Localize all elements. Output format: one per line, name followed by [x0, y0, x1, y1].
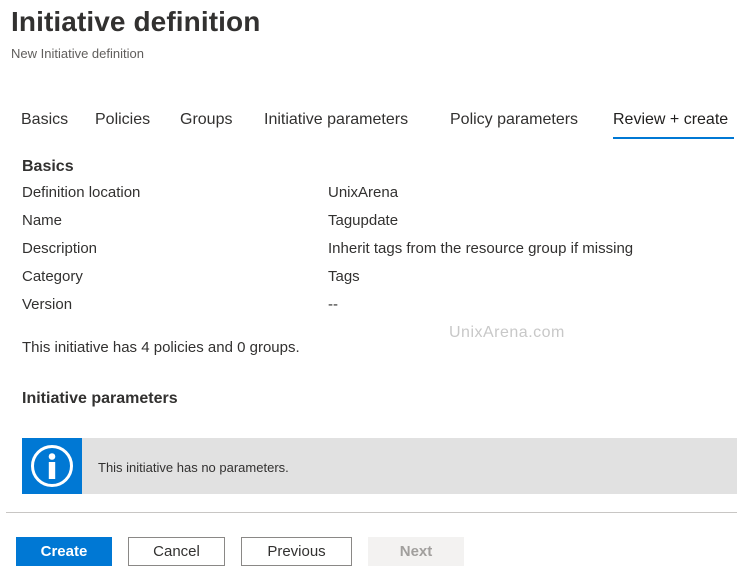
description-label: Description — [22, 240, 98, 257]
page-title: Initiative definition — [11, 6, 261, 37]
tab-basics[interactable]: Basics — [21, 108, 68, 142]
description-value: Inherit tags from the resource group if … — [328, 240, 634, 257]
initiative-summary: This initiative has 4 policies and 0 gro… — [22, 339, 300, 356]
category-label: Category — [22, 268, 83, 285]
name-value: Tagupdate — [328, 212, 399, 229]
version-label: Version — [22, 296, 73, 313]
footer-divider — [6, 512, 737, 513]
initiative-parameters-heading: Initiative parameters — [22, 390, 178, 407]
cancel-button[interactable]: Cancel — [128, 537, 225, 566]
info-icon — [31, 445, 73, 487]
active-tab-indicator — [613, 137, 734, 139]
previous-button[interactable]: Previous — [241, 537, 352, 566]
tab-groups[interactable]: Groups — [180, 108, 232, 142]
version-value: -- — [328, 296, 338, 313]
name-label: Name — [22, 212, 63, 229]
basics-heading: Basics — [22, 158, 74, 175]
tab-initiative-parameters[interactable]: Initiative parameters — [264, 108, 408, 142]
create-button[interactable]: Create — [16, 537, 112, 566]
watermark: UnixArena.com — [449, 324, 565, 341]
definition-location-value: UnixArena — [328, 184, 399, 201]
category-value: Tags — [328, 268, 360, 285]
info-message: This initiative has no parameters. — [98, 460, 289, 475]
next-button[interactable]: Next — [368, 537, 464, 566]
tab-policy-parameters[interactable]: Policy parameters — [450, 108, 578, 142]
tab-policies[interactable]: Policies — [95, 108, 150, 142]
page-subtitle: New Initiative definition — [11, 46, 144, 61]
tab-bar: Basics Policies Groups Initiative parame… — [0, 108, 737, 142]
info-banner: This initiative has no parameters. — [22, 438, 737, 494]
info-icon-container — [22, 438, 82, 494]
definition-location-label: Definition location — [22, 184, 141, 201]
